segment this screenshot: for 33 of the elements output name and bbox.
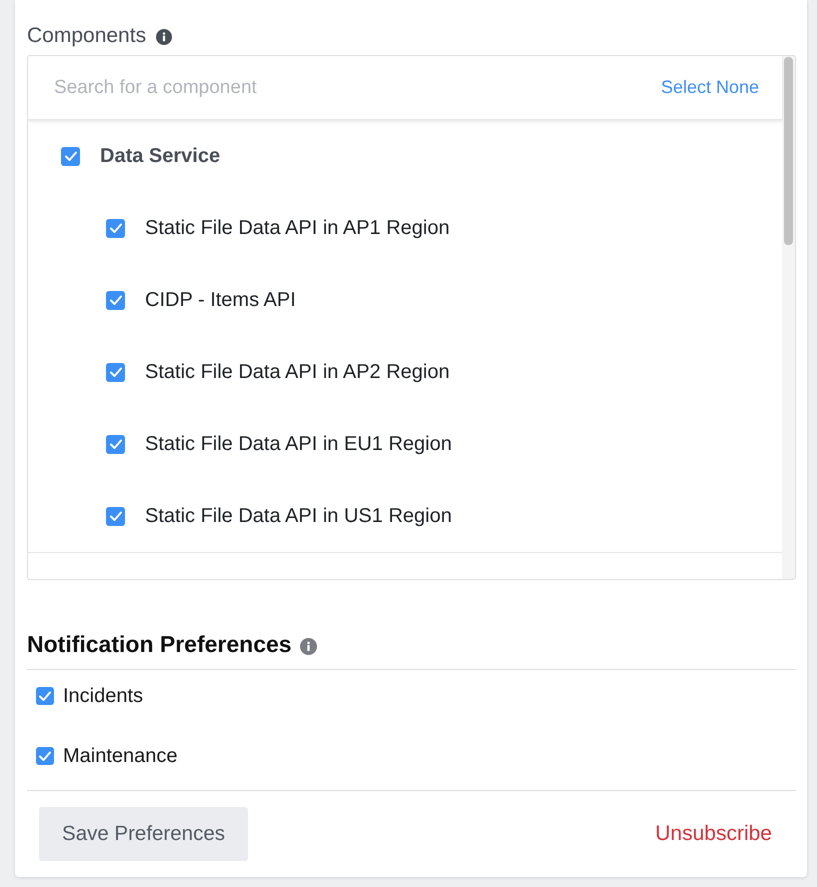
checkmark-icon [110,295,122,305]
checkbox[interactable] [36,687,54,705]
checkmark-icon [110,511,122,521]
unsubscribe-link[interactable]: Unsubscribe [655,822,772,846]
checkmark-icon [110,223,122,233]
checkbox[interactable] [61,146,80,166]
search-field[interactable]: Search for a component [54,74,661,100]
checkbox[interactable] [106,290,125,310]
info-icon[interactable] [300,638,317,654]
component-name: Static File Data API in AP2 Region [145,360,450,384]
option-label: Maintenance [63,744,178,768]
checkmark-icon [64,151,76,161]
scrollbar-thumb[interactable] [784,57,793,245]
checkbox[interactable] [106,218,125,238]
component-name: Static File Data API in EU1 Region [145,432,452,456]
select-none-link[interactable]: Select None [660,77,759,98]
components-label: Components [27,24,146,48]
component-name: Static File Data API in AP1 Region [145,216,450,240]
notification-preferences-heading: Notification Preferences [27,630,292,658]
checkmark-icon [110,367,122,377]
info-icon[interactable] [156,29,172,45]
component-name: Static File Data API in US1 Region [145,504,452,528]
checkbox[interactable] [36,747,54,765]
checkmark-icon [110,439,122,449]
checkbox[interactable] [106,362,125,382]
checkbox[interactable] [106,506,125,526]
checkmark-icon [39,751,51,761]
checkmark-icon [39,691,51,701]
save-preferences-button[interactable]: Save Preferences [39,807,248,861]
component-name: Data Service [100,144,220,168]
component-name: CIDP - Items API [145,288,296,312]
checkbox[interactable] [106,434,125,454]
option-label: Incidents [63,684,144,708]
